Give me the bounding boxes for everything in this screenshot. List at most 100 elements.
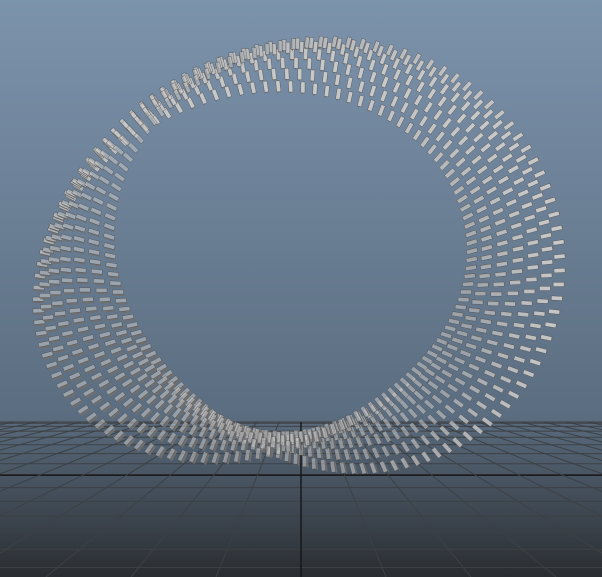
block-element [112, 289, 126, 296]
block-side [280, 443, 283, 457]
block-element [49, 290, 63, 297]
block-element [540, 272, 554, 279]
block-element [471, 299, 485, 305]
block-face [79, 287, 91, 293]
block-element [306, 57, 312, 71]
block-face [300, 81, 306, 94]
block-face [323, 85, 330, 97]
block-face [74, 267, 87, 273]
block-element [285, 440, 293, 454]
block-element [457, 297, 471, 303]
block-side [306, 455, 309, 469]
block-face [280, 57, 286, 69]
block-face [277, 40, 283, 52]
block-face [468, 307, 481, 314]
block-element [275, 443, 283, 457]
block-face [107, 271, 120, 278]
block-face [551, 295, 563, 301]
block-face [541, 259, 554, 266]
block-face [306, 57, 312, 70]
block-face [98, 296, 111, 302]
block-element [265, 445, 273, 459]
block-element [490, 291, 504, 297]
block-face [42, 314, 54, 321]
block-element [300, 81, 306, 95]
block-element [507, 291, 521, 296]
viewport-canvas[interactable] [0, 0, 602, 577]
block-element [297, 68, 303, 82]
block-face [454, 304, 467, 311]
block-element [553, 267, 567, 274]
block-side [49, 294, 63, 297]
block-face [68, 307, 81, 314]
3d-viewport[interactable] [0, 0, 602, 577]
block-face [536, 298, 549, 304]
block-face [487, 300, 500, 307]
block-face [494, 271, 507, 278]
block-element [280, 57, 286, 71]
block-element [255, 447, 263, 461]
block-face [49, 290, 62, 295]
block-element [118, 306, 132, 314]
block-face [76, 277, 89, 283]
block-face [290, 38, 297, 50]
block-side [96, 292, 109, 295]
block-element [54, 310, 68, 318]
block-face [462, 281, 474, 287]
block-face [322, 71, 328, 84]
block-face [303, 47, 309, 60]
block-element [42, 314, 56, 322]
block-face [312, 83, 318, 95]
block-face [504, 301, 516, 307]
block-face [540, 272, 553, 279]
block-face [51, 300, 64, 306]
block-face [112, 289, 124, 295]
block-face [40, 303, 52, 310]
block-face [315, 446, 322, 459]
block-element [551, 295, 565, 301]
block-element [98, 296, 113, 304]
block-face [265, 445, 271, 458]
block-face [85, 305, 98, 312]
block-element [285, 41, 291, 55]
block-face [463, 273, 476, 279]
block-face [320, 459, 327, 472]
block-element [298, 41, 305, 55]
block-element [552, 282, 566, 287]
block-face [39, 293, 51, 298]
block-face [294, 437, 301, 450]
block-face [297, 68, 303, 81]
block-element [102, 305, 116, 313]
block-face [552, 282, 565, 287]
block-element [68, 307, 83, 315]
block-element [264, 43, 270, 57]
block-element [93, 278, 107, 286]
block-element [492, 281, 506, 287]
block-element [539, 286, 553, 291]
block-face [507, 291, 519, 296]
block-face [293, 57, 299, 69]
block-element [109, 280, 123, 288]
block-face [509, 279, 522, 286]
block-element [277, 40, 283, 54]
block-element [61, 277, 75, 285]
block-face [302, 455, 307, 467]
block-element [462, 281, 476, 287]
block-face [61, 277, 73, 283]
block-element [48, 279, 62, 286]
block-face [510, 268, 523, 275]
block-element [509, 279, 523, 286]
block-face [490, 291, 502, 297]
block-element [288, 80, 294, 94]
block-element [312, 83, 318, 97]
block-face [520, 300, 533, 306]
block-face [251, 46, 258, 59]
block-face [47, 267, 60, 274]
block-element [290, 38, 297, 52]
block-face [102, 305, 115, 312]
block-face [525, 276, 538, 283]
block-face [63, 288, 75, 293]
block-face [298, 41, 305, 53]
block-face [316, 48, 323, 61]
block-face [81, 296, 94, 303]
